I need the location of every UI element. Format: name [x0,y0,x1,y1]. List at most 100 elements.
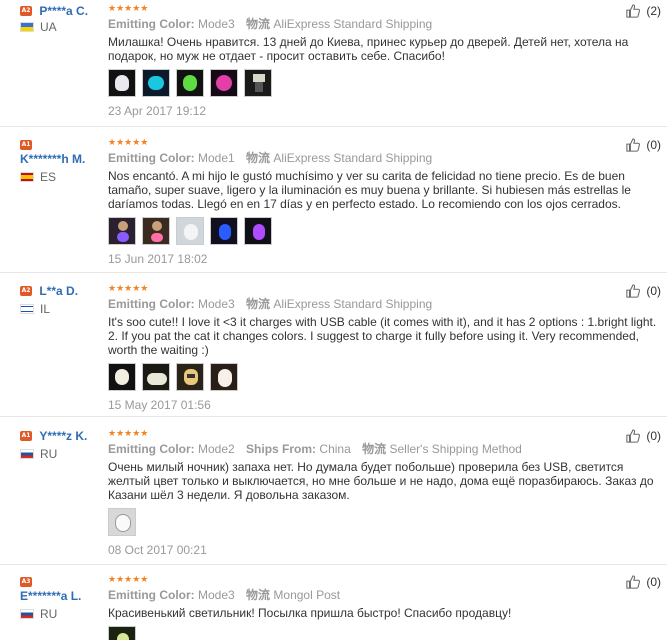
logistics-label: 物流 [246,17,271,31]
divider [0,126,667,127]
flag-il-icon [20,304,34,314]
divider [0,564,667,565]
review-photo[interactable] [210,69,238,97]
reviewer-name[interactable]: K*******h M. [20,152,85,166]
buyer-level-badge: A3 [20,577,32,587]
reviewer-name[interactable]: P****a C. [39,4,88,18]
helpful-counter[interactable]: (0) [626,429,661,443]
rating-stars: ★★★★★ [108,138,149,148]
order-info: Emitting Color: Mode3 物流 AliExpress Stan… [108,17,663,31]
reviewer-info: A1 Y****z K. RU [20,429,104,461]
review-date: 15 Jun 2017 18:02 [108,252,208,266]
review-photo[interactable] [142,363,170,391]
rating-stars: ★★★★★ [108,284,149,294]
thumbs-up-icon[interactable] [626,138,641,152]
order-info: Emitting Color: Mode2 Ships From: China … [108,442,663,456]
shipping-method: Seller's Shipping Method [389,442,522,456]
flag-ua-icon [20,22,34,32]
rating-stars: ★★★★★ [108,429,149,439]
thumbs-up-icon[interactable] [626,284,641,298]
review-photo[interactable] [108,363,136,391]
emitting-color-value: Mode3 [198,297,235,311]
review-content: ★★★★★ Emitting Color: Mode3 物流 AliExpres… [108,284,663,412]
review-photo[interactable] [142,217,170,245]
helpful-counter[interactable]: (0) [626,138,661,152]
order-info: Emitting Color: Mode3 物流 AliExpress Stan… [108,297,663,311]
reviewer-name[interactable]: L**a D. [39,284,78,298]
rating-stars: ★★★★★ [108,4,149,14]
emitting-color-label: Emitting Color: [108,442,195,456]
reviewer-info: A2 P****a C. UA [20,4,104,34]
helpful-count: (0) [646,575,661,589]
review-date: 15 May 2017 01:56 [108,398,211,412]
helpful-count: (0) [646,429,661,443]
reviewer-info: A3 E*******a L. RU [20,575,104,621]
review-date: 08 Oct 2017 00:21 [108,543,207,557]
emitting-color-label: Emitting Color: [108,588,195,602]
reviewer-name[interactable]: Y****z K. [39,429,87,443]
review-content: ★★★★★ Emitting Color: Mode3 物流 AliExpres… [108,4,663,118]
review-photo[interactable] [108,626,136,640]
shipping-method: AliExpress Standard Shipping [273,297,433,311]
review-text: Красивенький светильник! Посылка пришла … [108,606,512,620]
review-photo[interactable] [244,69,272,97]
review-photo[interactable] [244,217,272,245]
review-text: Милашка! Очень нравится. 13 дней до Киев… [108,35,629,63]
thumbs-up-icon[interactable] [626,575,641,589]
review-photos [108,363,663,391]
country-code: UA [40,20,57,34]
review-text: It's soo cute!! I love it <3 it charges … [108,315,657,357]
order-info: Emitting Color: Mode3 物流 Mongol Post [108,588,663,602]
review-photo[interactable] [176,217,204,245]
reviewer-name[interactable]: E*******a L. [20,589,81,603]
reviewer-info: A2 L**a D. IL [20,284,104,316]
reviewer-country: IL [20,302,104,316]
reviewer-country: RU [20,447,104,461]
ships-from-label: Ships From: [246,442,317,456]
country-code: RU [40,447,58,461]
country-code: RU [40,607,58,621]
logistics-label: 物流 [246,151,271,165]
shipping-method: AliExpress Standard Shipping [273,151,433,165]
thumbs-up-icon[interactable] [626,4,641,18]
logistics-label: 物流 [246,588,271,602]
flag-ru-icon [20,449,34,459]
buyer-level-badge: A1 [20,140,32,150]
review-photo[interactable] [142,69,170,97]
review-photo[interactable] [210,363,238,391]
helpful-counter[interactable]: (2) [626,4,661,18]
reviewer-country: RU [20,607,104,621]
review-text: Очень милый ночник) запаха нет. Но думал… [108,460,654,502]
divider [0,272,667,273]
review-photo[interactable] [176,363,204,391]
country-code: IL [40,302,51,316]
review-text: Nos encantó. A mi hijo le gustó muchísim… [108,169,631,211]
reviewer-country: ES [20,170,104,184]
helpful-count: (2) [646,4,661,18]
order-info: Emitting Color: Mode1 物流 AliExpress Stan… [108,151,663,165]
logistics-label: 物流 [362,442,387,456]
review-content: ★★★★★ Emitting Color: Mode1 物流 AliExpres… [108,138,663,266]
buyer-level-badge: A2 [20,286,32,296]
review-photo[interactable] [176,69,204,97]
review-photos [108,508,663,536]
helpful-counter[interactable]: (0) [626,575,661,589]
review-photo[interactable] [210,217,238,245]
review-photo[interactable] [108,508,136,536]
emitting-color-label: Emitting Color: [108,17,195,31]
review-photo[interactable] [108,69,136,97]
review-photos [108,69,663,97]
review-photos [108,626,663,640]
review-content: ★★★★★ Emitting Color: Mode3 物流 Mongol Po… [108,575,663,640]
emitting-color-label: Emitting Color: [108,151,195,165]
helpful-counter[interactable]: (0) [626,284,661,298]
review-date: 23 Apr 2017 19:12 [108,104,207,118]
helpful-count: (0) [646,138,661,152]
reviewer-info: A1 K*******h M. ES [20,138,104,184]
emitting-color-label: Emitting Color: [108,297,195,311]
thumbs-up-icon[interactable] [626,429,641,443]
reviewer-country: UA [20,20,104,34]
review-photo[interactable] [108,217,136,245]
shipping-method: AliExpress Standard Shipping [273,17,433,31]
buyer-level-badge: A1 [20,431,32,441]
